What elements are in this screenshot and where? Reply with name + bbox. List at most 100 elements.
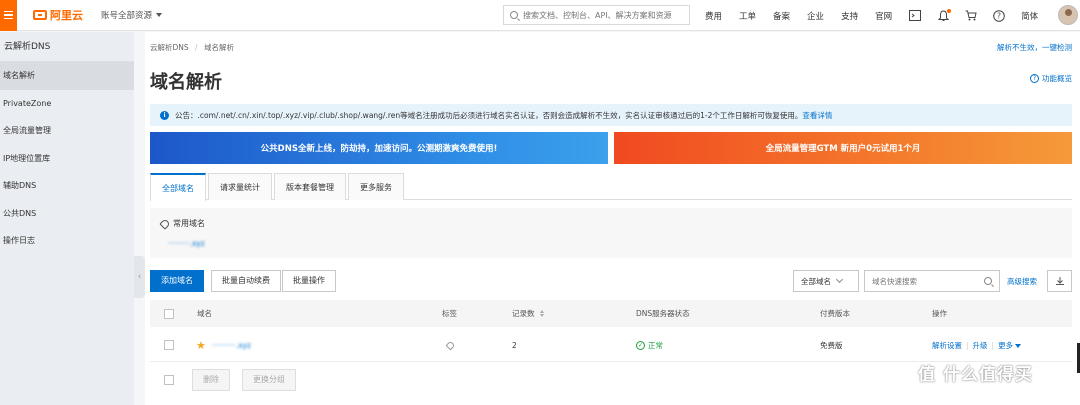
info-icon: i: [160, 110, 169, 120]
notification-dot: [947, 8, 952, 13]
column-plan: 付费版本: [820, 309, 850, 318]
check-circle-icon: ✓: [636, 340, 645, 350]
frequent-domains-label: 常用域名: [173, 219, 205, 228]
nav-icp[interactable]: 备案: [773, 10, 790, 22]
download-button[interactable]: [1047, 270, 1072, 292]
table-header: 域名 标签 记录数 DNS服务器状态 付费版本 操作: [150, 300, 1072, 327]
domain-group-select[interactable]: 全部域名: [793, 270, 859, 292]
column-dns-status: DNS服务器状态: [636, 309, 690, 318]
sort-icon: [539, 310, 544, 317]
user-avatar[interactable]: [1058, 5, 1078, 25]
sidebar-item-ip-geo[interactable]: IP地理位置库: [0, 145, 134, 173]
sidebar-item-global-traffic[interactable]: 全局流量管理: [0, 117, 134, 145]
change-group-button[interactable]: 更换分组: [242, 369, 296, 391]
upgrade-link[interactable]: 升级: [973, 340, 988, 351]
global-search[interactable]: [503, 5, 690, 25]
menu-icon[interactable]: [0, 0, 17, 31]
main-content: 云解析DNS / 域名解析 解析不生效，一键检测 域名解析 ? 功能概览 i 公…: [145, 32, 1080, 405]
sidebar-item-public-dns[interactable]: 公共DNS: [0, 200, 134, 228]
chevron-down-icon: [835, 275, 844, 284]
sidebar: 云解析DNS 域名解析 PrivateZone 全局流量管理 IP地理位置库 辅…: [0, 32, 134, 405]
public-dns-promo-text: 公共DNS全新上线，防劫持，加速访问。公测期激爽免费使用!: [260, 144, 498, 154]
dns-status-text: 正常: [648, 340, 663, 350]
tag-icon: [159, 217, 171, 230]
footer-select-checkbox[interactable]: [164, 375, 174, 385]
sidebar-item-privatezone[interactable]: PrivateZone: [0, 90, 134, 118]
tab-request-stats[interactable]: 请求量统计: [208, 173, 272, 200]
help-icon[interactable]: ?: [993, 9, 1005, 22]
nav-tickets[interactable]: 工单: [739, 10, 756, 22]
sidebar-item-domain-resolution[interactable]: 域名解析: [0, 62, 134, 90]
tab-bar: 全部域名 请求量统计 版本套餐管理 更多服务: [150, 173, 1072, 201]
search-icon[interactable]: [984, 277, 992, 285]
svg-text:?: ?: [997, 11, 1001, 20]
question-icon: ?: [1030, 74, 1039, 83]
select-all-checkbox[interactable]: [164, 308, 174, 319]
terminal-icon[interactable]: [909, 10, 922, 22]
tab-plan-management[interactable]: 版本套餐管理: [274, 173, 346, 200]
more-actions-label: 更多: [998, 340, 1014, 350]
breadcrumb-dns[interactable]: 云解析DNS: [150, 43, 189, 52]
resolution-check-link[interactable]: 解析不生效，一键检测: [997, 42, 1072, 53]
nav-billing[interactable]: 费用: [705, 10, 722, 22]
gtm-promo-banner[interactable]: 全局流量管理GTM 新用户0元试用1个月: [614, 132, 1072, 164]
plan-version: 免费版: [820, 340, 843, 350]
more-actions-link[interactable]: 更多: [998, 340, 1022, 351]
top-bar: 阿里云 账号全部资源 费用 工单 备案 企业 支持 官网 ? 简体: [0, 0, 1080, 31]
public-dns-promo-banner[interactable]: 公共DNS全新上线，防劫持，加速访问。公测期激爽免费使用!: [150, 132, 608, 164]
record-count: 2: [512, 340, 517, 350]
global-search-input[interactable]: [523, 10, 683, 20]
breadcrumb-current: 域名解析: [203, 43, 234, 52]
sidebar-title: 云解析DNS: [0, 32, 134, 62]
nav-support[interactable]: 支持: [841, 10, 858, 22]
resolution-settings-link[interactable]: 解析设置: [932, 340, 962, 351]
bell-icon[interactable]: [937, 8, 952, 22]
page-title: 域名解析: [150, 72, 222, 93]
caret-down-icon: [1015, 343, 1022, 348]
column-record-count-label: 记录数: [512, 309, 535, 318]
domain-quick-search[interactable]: [864, 270, 1000, 292]
brand-logo[interactable]: 阿里云: [33, 7, 83, 23]
batch-auto-renew-button[interactable]: 批量自动续费: [211, 270, 281, 292]
feature-overview-link[interactable]: ? 功能概览: [1030, 73, 1072, 84]
tag-icon[interactable]: [445, 340, 456, 350]
column-record-count[interactable]: 记录数: [512, 300, 544, 327]
domain-toolbar: 添加域名 批量自动续费 批量操作 全部域名 高级搜索: [150, 270, 1072, 292]
search-icon: [510, 11, 518, 19]
top-nav: 费用 工单 备案 企业 支持 官网 ? 简体: [705, 0, 1055, 31]
dns-status: ✓ 正常: [636, 329, 663, 361]
brand-name: 阿里云: [50, 9, 83, 22]
aliyun-logo-icon: [33, 10, 47, 20]
frequent-domain-link[interactable]: ·········.xyz: [168, 239, 205, 248]
notice-details-link[interactable]: 查看详情: [802, 110, 832, 121]
sidebar-item-operation-log[interactable]: 操作日志: [0, 227, 134, 255]
breadcrumb: 云解析DNS / 域名解析: [150, 42, 234, 53]
sidebar-collapse-handle[interactable]: ‹: [134, 256, 145, 298]
advanced-search-link[interactable]: 高级搜索: [1007, 276, 1037, 287]
notice-banner: i 公告：.com/.net/.cn/.xin/.top/.xyz/.vip/.…: [150, 104, 1072, 126]
account-selector-label: 账号全部资源: [101, 11, 153, 21]
account-selector[interactable]: 账号全部资源: [101, 9, 163, 21]
star-icon[interactable]: ★: [196, 339, 206, 352]
cart-icon[interactable]: [965, 10, 977, 22]
row-actions: 解析设置 | 升级 | 更多: [932, 329, 1022, 361]
watermark: 值 什么值得买: [918, 365, 1033, 385]
row-checkbox[interactable]: [164, 340, 174, 350]
action-separator: |: [991, 340, 995, 350]
delete-button[interactable]: 删除: [192, 369, 230, 391]
domain-name-link[interactable]: ··········.xyz: [212, 341, 251, 350]
breadcrumb-separator: /: [195, 43, 198, 52]
sidebar-item-secondary-dns[interactable]: 辅助DNS: [0, 172, 134, 200]
frequent-domains-title: 常用域名: [159, 217, 205, 230]
column-domain: 域名: [197, 309, 212, 318]
add-domain-button[interactable]: 添加域名: [150, 270, 204, 292]
tab-all-domains[interactable]: 全部域名: [150, 173, 206, 201]
action-separator: |: [966, 340, 969, 350]
tab-more-services[interactable]: 更多服务: [348, 173, 404, 200]
nav-official-site[interactable]: 官网: [875, 10, 892, 22]
language-switch[interactable]: 简体: [1021, 10, 1038, 22]
batch-operation-button[interactable]: 批量操作: [282, 270, 336, 292]
domain-search-input[interactable]: [872, 276, 984, 286]
nav-enterprise[interactable]: 企业: [807, 10, 824, 22]
notice-text: 公告：.com/.net/.cn/.xin/.top/.xyz/.vip/.cl…: [175, 110, 803, 120]
